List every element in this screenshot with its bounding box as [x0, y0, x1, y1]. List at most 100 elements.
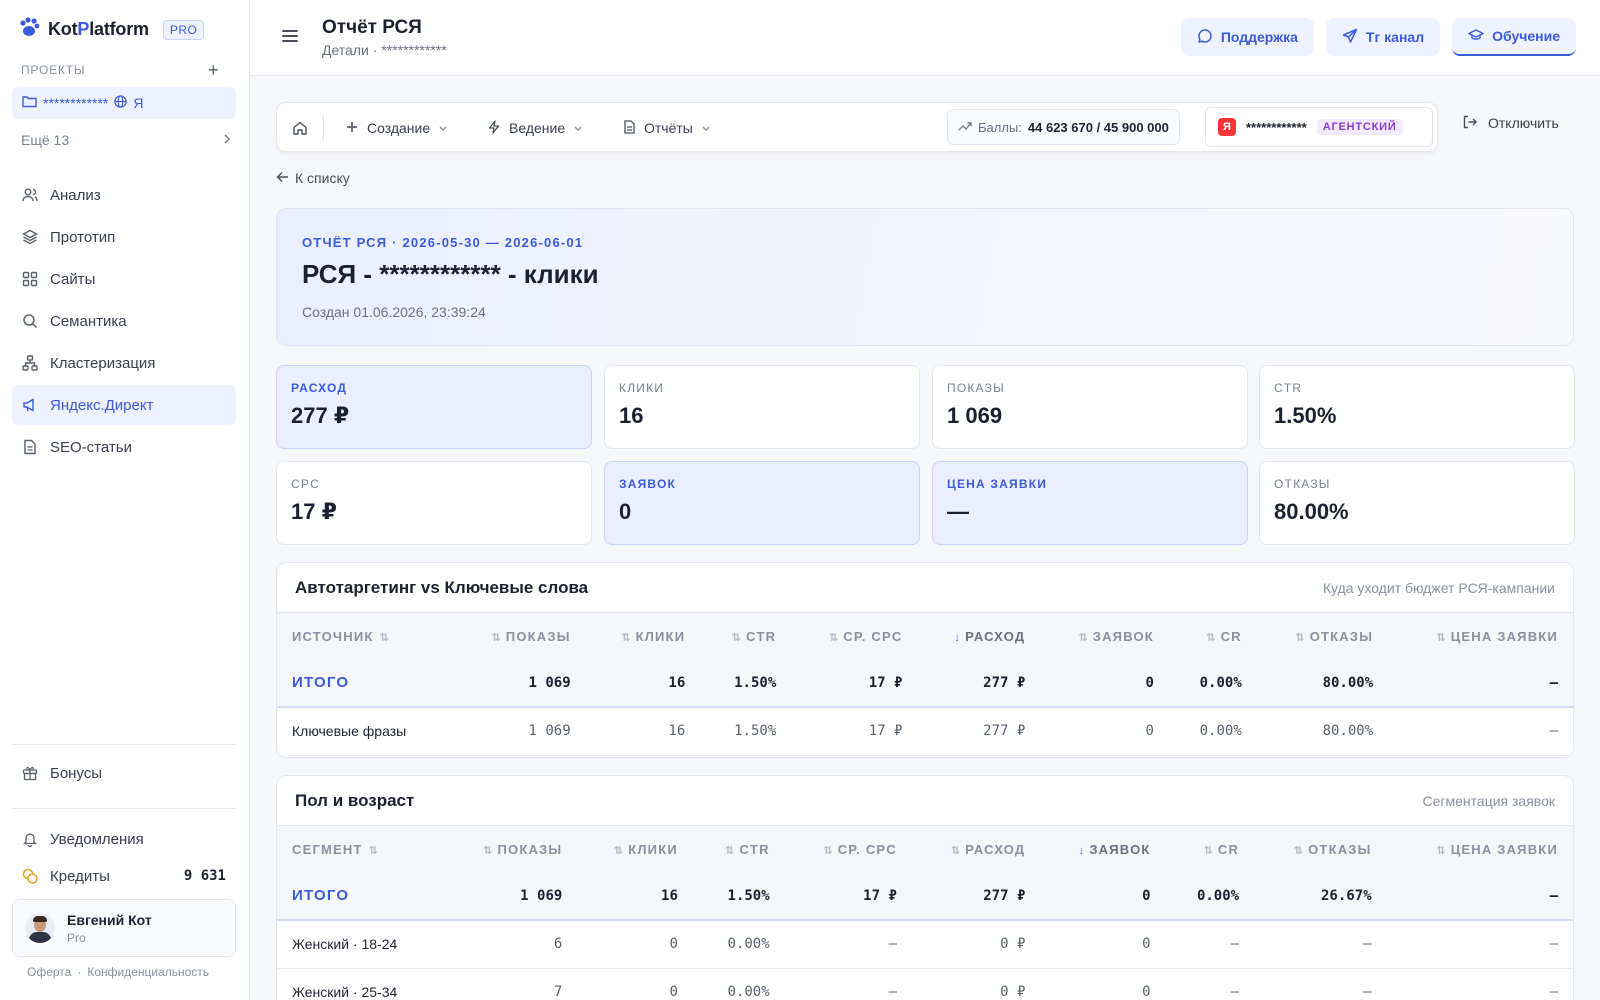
table-cell: 0.00%: [692, 968, 785, 1000]
table-cell: 277 ₽: [917, 659, 1041, 708]
column-header[interactable]: ⇅ РАСХОД: [911, 826, 1041, 872]
learning-label: Обучение: [1492, 28, 1560, 44]
nav-item-clustering[interactable]: Кластеризация: [12, 343, 236, 383]
sort-icon: ⇅: [823, 844, 834, 857]
table-subtitle: Куда уходит бюджет РСЯ-кампании: [1322, 579, 1555, 596]
column-label: ПОКАЗЫ: [505, 628, 571, 644]
table-header-bar: Автотаргетинг vs Ключевые слова Куда ухо…: [277, 563, 1573, 613]
points-value: 44 623 670 / 45 900 000: [1027, 119, 1169, 135]
notifications-link[interactable]: Уведомления: [12, 821, 236, 857]
kpi-card-impressions: ПОКАЗЫ 1 069: [932, 365, 1248, 449]
disconnect-button[interactable]: Отключить: [1462, 112, 1559, 134]
back-to-list-link[interactable]: К списку: [276, 170, 350, 186]
reports-menu[interactable]: Отчёты: [623, 115, 711, 141]
column-header[interactable]: ⇅ ОТКАЗЫ: [1254, 826, 1387, 872]
create-menu[interactable]: Создание: [345, 115, 448, 141]
column-header[interactable]: ⇅ СР. CPC: [791, 613, 918, 659]
avatar: [25, 913, 55, 943]
more-projects[interactable]: Ещё 13: [21, 132, 231, 148]
table-row: Женский · 18-24 6 0 0.00% —0 ₽0— — —: [277, 920, 1573, 969]
kpi-card-ctr: CTR 1.50%: [1259, 365, 1575, 449]
column-header[interactable]: СЕГМЕНТ ⇅: [277, 826, 444, 872]
nav-item-analysis[interactable]: Анализ: [12, 175, 236, 215]
data-table: ИСТОЧНИК ⇅ ⇅ ПОКАЗЫ ⇅ КЛИКИ ⇅ CTR ⇅ СР. CPC ↓ РАСХО…: [277, 613, 1573, 756]
table-cell: 80.00%: [1256, 659, 1389, 708]
nav-label: Семантика: [50, 312, 127, 330]
projects-label: ПРОЕКТЫ: [21, 63, 86, 77]
column-header[interactable]: ⇅ ПОКАЗЫ: [443, 826, 578, 872]
chevron-down-icon: [701, 120, 711, 136]
column-header[interactable]: ↓ РАСХОД: [917, 613, 1041, 659]
column-header[interactable]: ИСТОЧНИК ⇅: [277, 613, 453, 659]
column-header[interactable]: ⇅ CTR: [692, 826, 785, 872]
column-label: CTR: [745, 628, 777, 644]
column-header[interactable]: ⇅ ЗАЯВОК: [1040, 613, 1169, 659]
column-header[interactable]: ⇅ ОТКАЗЫ: [1256, 613, 1389, 659]
column-label: ЦЕНА ЗАЯВКИ: [1450, 628, 1558, 644]
column-label: ОТКАЗЫ: [1309, 628, 1374, 644]
table-cell: —: [1386, 968, 1573, 1000]
kpi-label: ПОКАЗЫ: [947, 381, 1005, 395]
user-card[interactable]: Евгений Кот Pro: [12, 899, 236, 957]
table-row: Женский · 25-34 7 0 0.00% —0 ₽0— — —: [277, 968, 1573, 1000]
column-header[interactable]: ⇅ ЦЕНА ЗАЯВКИ: [1386, 826, 1573, 872]
column-header[interactable]: ⇅ КЛИКИ: [585, 613, 701, 659]
cluster-icon: [22, 355, 38, 371]
table-cell: 26.67%: [1254, 872, 1387, 921]
column-header[interactable]: ⇅ СР. CPC: [784, 826, 912, 872]
table-cell: Женский · 25-34: [277, 968, 444, 1000]
users-icon: [22, 187, 38, 203]
points-label: Баллы:: [978, 119, 1022, 135]
sort-icon: ⇅: [828, 631, 840, 644]
column-header[interactable]: ↓ ЗАЯВОК: [1040, 826, 1166, 872]
bonuses-link[interactable]: Бонусы: [12, 755, 236, 791]
nav-item-prototype[interactable]: Прототип: [12, 217, 236, 257]
sort-desc-icon: ↓: [1078, 844, 1086, 857]
table-cell: 1.50%: [700, 659, 792, 708]
learning-button[interactable]: Обучение: [1452, 18, 1576, 56]
layers-icon: [22, 229, 38, 245]
report-created: Создан 01.06.2026, 23:39:24: [302, 304, 486, 320]
table-head-row: СЕГМЕНТ ⇅ ⇅ ПОКАЗЫ ⇅ КЛИКИ ⇅ CTR ⇅ СР. CPC ⇅ РАСХОД…: [277, 826, 1573, 872]
disconnect-label: Отключить: [1488, 115, 1559, 131]
privacy-link[interactable]: Конфиденциальность: [87, 965, 209, 979]
support-button[interactable]: Поддержка: [1180, 18, 1314, 56]
nav-item-sites[interactable]: Сайты: [12, 259, 236, 299]
manage-menu[interactable]: Ведение: [487, 115, 583, 141]
project-item[interactable]: ************ Я: [12, 87, 236, 119]
column-header[interactable]: ⇅ ПОКАЗЫ: [452, 613, 586, 659]
report-kicker: ОТЧЁТ РСЯ · 2026-05-30 — 2026-06-01: [302, 235, 584, 250]
offer-link[interactable]: Оферта: [27, 965, 71, 979]
table-cell: 0 ₽: [911, 920, 1041, 969]
logo[interactable]: KotPlatform PRO: [18, 16, 205, 43]
document-icon: [22, 439, 38, 455]
column-header[interactable]: ⇅ CTR: [700, 613, 792, 659]
column-header[interactable]: ⇅ ЦЕНА ЗАЯВКИ: [1388, 613, 1573, 659]
nav-item-yandex-direct[interactable]: Яндекс.Директ: [12, 385, 236, 425]
table-cell: —: [1386, 920, 1573, 969]
account-selector[interactable]: Я ************ АГЕНТСКИЙ: [1205, 107, 1433, 147]
user-plan: Pro: [67, 930, 86, 945]
chat-bubble-icon: [1197, 28, 1213, 47]
column-header[interactable]: ⇅ CR: [1168, 613, 1257, 659]
table-cell: 17 ₽: [791, 659, 918, 708]
column-header[interactable]: ⇅ КЛИКИ: [577, 826, 693, 872]
table-cell: 0.00%: [1165, 872, 1255, 921]
home-icon[interactable]: [287, 115, 313, 141]
credits-link[interactable]: Кредиты 9 631: [12, 858, 236, 894]
hamburger-menu-icon[interactable]: [282, 30, 298, 44]
report-title: РСЯ - ************ - клики: [302, 259, 599, 289]
column-header[interactable]: ⇅ CR: [1165, 826, 1255, 872]
column-label: РАСХОД: [965, 628, 1026, 644]
nav-item-seo-articles[interactable]: SEO-статьи: [12, 427, 236, 467]
credits-label: Кредиты: [50, 867, 110, 885]
nav-item-semantics[interactable]: Семантика: [12, 301, 236, 341]
telegram-button[interactable]: Тг канал: [1325, 18, 1441, 56]
add-project-button[interactable]: +: [208, 60, 219, 81]
page-subtitle: Детали · ************: [322, 42, 447, 58]
table-cell: Ключевые фразы: [277, 707, 453, 756]
kpi-label: ОТКАЗЫ: [1274, 477, 1331, 491]
table-cell: 277 ₽: [911, 872, 1041, 921]
column-label: ЗАЯВОК: [1092, 628, 1154, 644]
chevron-down-icon: [438, 120, 448, 136]
